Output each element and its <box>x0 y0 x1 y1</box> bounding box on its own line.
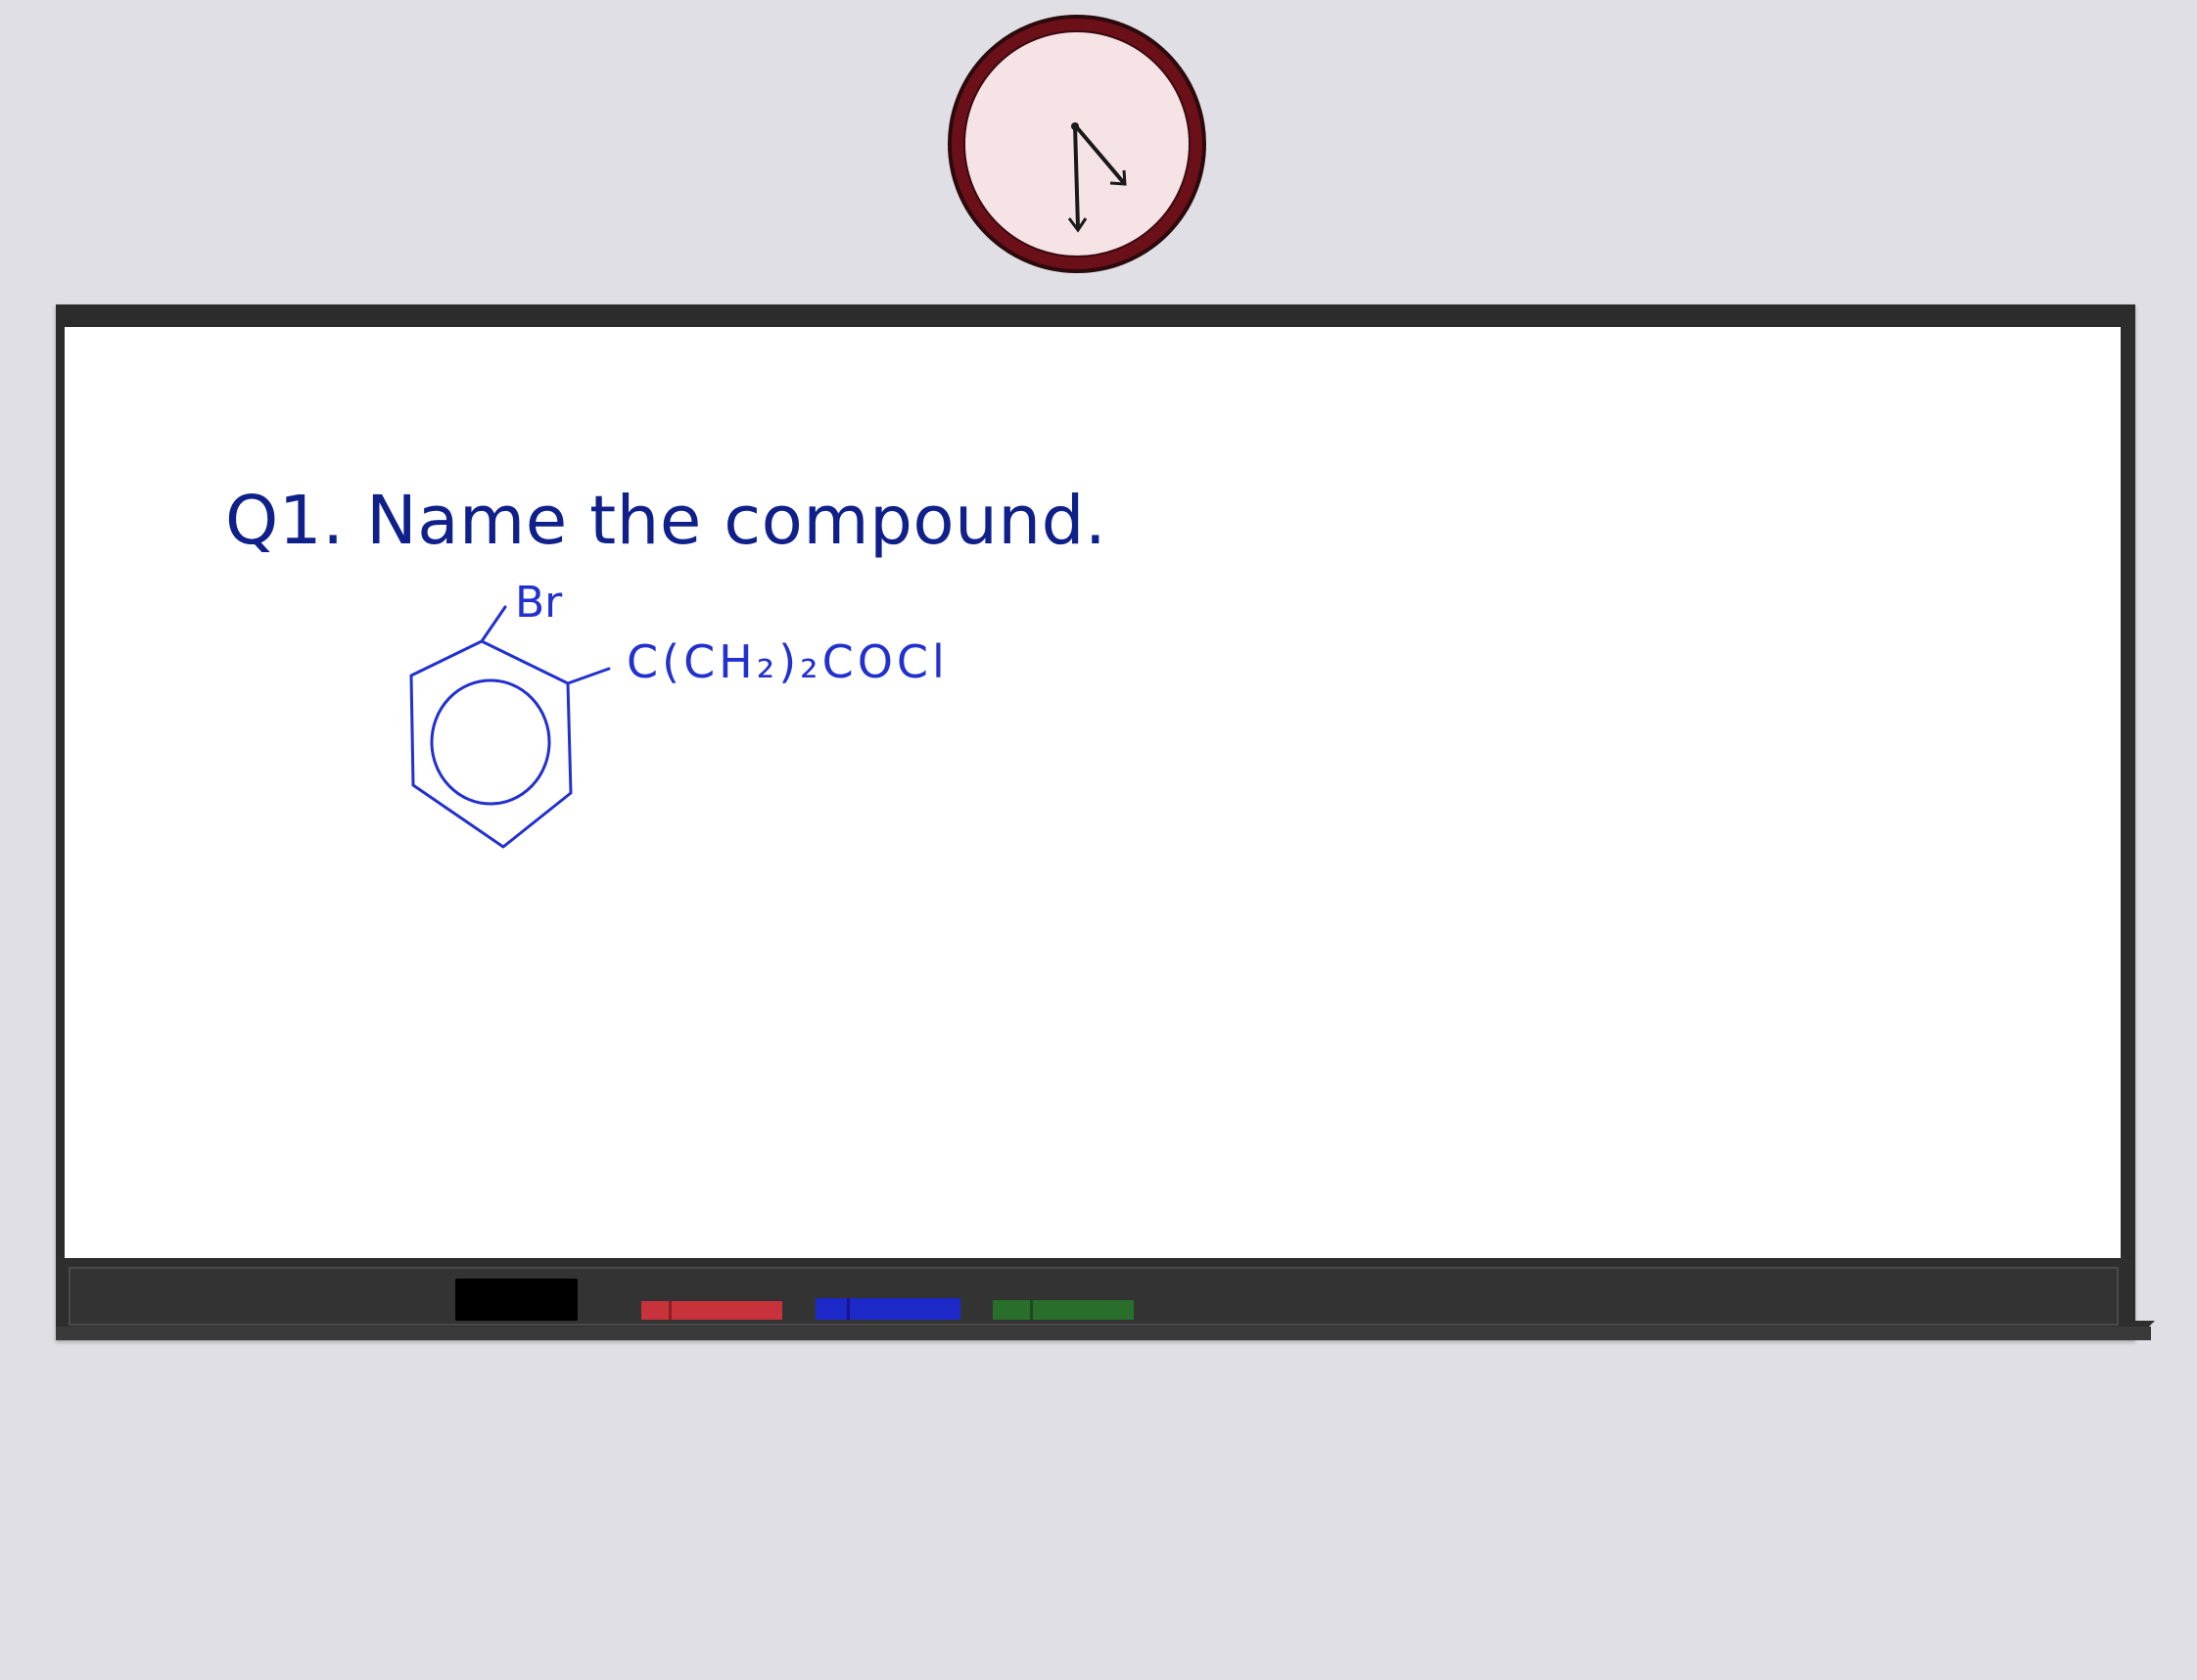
eraser-icon[interactable] <box>455 1279 578 1321</box>
br-label: Br <box>515 578 563 628</box>
bond-to-br <box>480 605 507 643</box>
benzene-ring <box>409 639 573 849</box>
blue-marker-icon[interactable] <box>816 1298 960 1320</box>
marker-tray <box>56 1258 2155 1340</box>
wall-clock-icon <box>946 15 1208 277</box>
green-marker-icon[interactable] <box>993 1300 1134 1320</box>
whiteboard-surface[interactable] <box>65 327 2121 1258</box>
side-chain-label: C(CH₂)₂COCl <box>627 635 949 688</box>
benzene-inner-circle <box>430 678 551 806</box>
bond-to-side-chain <box>566 667 611 685</box>
question-title: Q1. Name the compound. <box>225 482 1107 560</box>
compound-drawing: Br C(CH₂)₂COCl <box>392 568 1038 862</box>
red-marker-icon[interactable] <box>641 1301 782 1320</box>
